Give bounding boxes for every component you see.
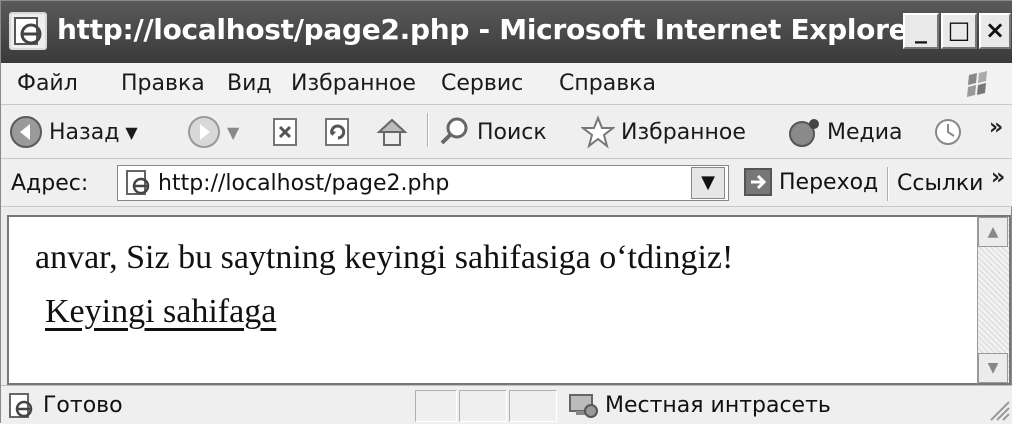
status-cell	[509, 390, 557, 422]
search-label: Поиск	[477, 119, 547, 145]
go-arrow-icon	[743, 167, 773, 197]
search-icon	[437, 115, 471, 149]
scroll-down-icon[interactable]: ▼	[978, 353, 1008, 383]
menu-tools[interactable]: Сервис	[441, 71, 523, 96]
menu-bar: Файл Правка Вид Избранное Сервис Справка	[1, 63, 1012, 105]
scroll-up-icon[interactable]: ▲	[978, 217, 1008, 247]
back-dropdown-icon[interactable]: ▼	[125, 123, 137, 142]
minimize-button[interactable]: _	[903, 13, 939, 49]
address-dropdown-icon[interactable]: ▼	[691, 167, 725, 199]
menu-file[interactable]: Файл	[17, 71, 78, 96]
stop-icon	[269, 115, 303, 149]
browser-window: http://localhost/page2.php - Microsoft I…	[0, 0, 1012, 424]
history-button[interactable]	[931, 114, 965, 150]
stop-button[interactable]	[269, 114, 303, 150]
go-label: Переход	[779, 169, 879, 195]
vertical-scrollbar[interactable]: ▲ ▼	[977, 215, 1011, 385]
toolbar-separator	[427, 113, 429, 147]
back-button[interactable]: Назад ▼	[9, 114, 138, 150]
search-button[interactable]: Поиск	[437, 114, 547, 150]
menu-view[interactable]: Вид	[227, 71, 272, 96]
done-page-icon	[7, 392, 35, 420]
forward-arrow-icon	[187, 115, 221, 149]
menu-edit[interactable]: Правка	[121, 71, 205, 96]
address-input[interactable]: http://localhost/page2.php	[117, 165, 729, 201]
address-bar: Адрес: http://localhost/page2.php ▼ Пере…	[1, 159, 1012, 207]
status-cell	[415, 390, 457, 422]
address-separator	[887, 167, 889, 201]
favorites-button[interactable]: Избранное	[580, 114, 746, 150]
maximize-button[interactable]: □	[941, 13, 977, 49]
next-page-link[interactable]: Keyingi sahifaga	[37, 293, 284, 331]
star-icon	[580, 115, 616, 149]
forward-dropdown-icon[interactable]: ▼	[227, 123, 239, 142]
home-icon	[375, 115, 409, 149]
history-icon	[931, 115, 965, 149]
title-bar[interactable]: http://localhost/page2.php - Microsoft I…	[1, 1, 1012, 63]
greeting-text: anvar, Siz bu saytning keyingi sahifasig…	[35, 239, 734, 276]
refresh-button[interactable]	[321, 114, 355, 150]
go-button[interactable]: Переход	[743, 167, 878, 197]
home-button[interactable]	[375, 114, 409, 150]
zone-text: Местная интрасеть	[605, 393, 831, 418]
page-content: anvar, Siz bu saytning keyingi sahifasig…	[7, 215, 977, 385]
menu-help[interactable]: Справка	[559, 71, 656, 96]
media-label: Медиа	[827, 119, 903, 145]
media-icon	[787, 115, 821, 149]
address-url: http://localhost/page2.php	[158, 170, 450, 196]
status-bar: Готово Местная интрасеть	[1, 385, 1012, 424]
address-label: Адрес:	[11, 171, 89, 196]
window-title: http://localhost/page2.php - Microsoft I…	[57, 13, 921, 46]
status-cell	[459, 390, 507, 422]
media-button[interactable]: Медиа	[787, 114, 903, 150]
links-overflow-icon[interactable]: »	[991, 165, 1005, 190]
windows-logo-icon	[949, 67, 1003, 103]
toolbar-overflow-icon[interactable]: »	[989, 115, 1003, 140]
intranet-zone-icon	[567, 391, 599, 421]
menu-favorites[interactable]: Избранное	[291, 71, 416, 96]
refresh-icon	[321, 115, 355, 149]
close-button[interactable]: ×	[979, 13, 1011, 49]
toolbar: Назад ▼ ▼ Поиск Избранное Медиа »	[1, 105, 1012, 159]
forward-button[interactable]: ▼	[187, 114, 239, 150]
ie-page-icon	[9, 12, 47, 50]
page-icon	[124, 169, 152, 197]
resize-grip-icon[interactable]	[983, 394, 1011, 422]
back-label: Назад	[49, 119, 120, 145]
back-arrow-icon	[9, 115, 43, 149]
status-text: Готово	[43, 393, 123, 418]
favorites-label: Избранное	[621, 119, 746, 145]
links-button[interactable]: Ссылки	[897, 171, 983, 196]
